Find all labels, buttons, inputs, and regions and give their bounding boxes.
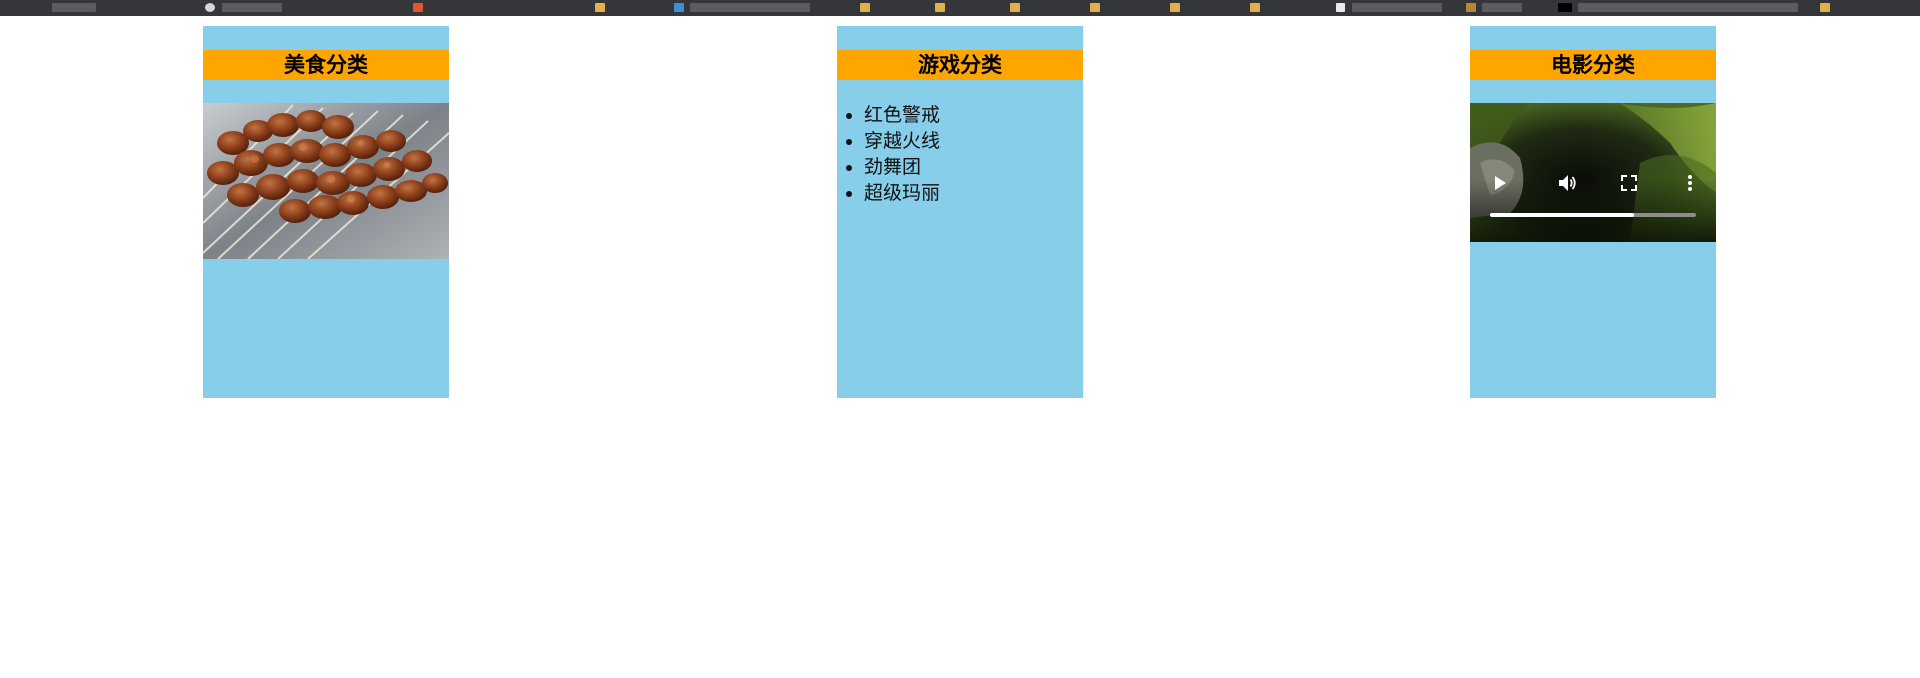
folder-icon xyxy=(1250,3,1260,12)
list-item: 红色警戒 xyxy=(864,102,940,128)
barbecue-skewers-photo xyxy=(203,103,449,259)
bookmark-favicon-icon xyxy=(205,3,215,12)
folder-icon xyxy=(860,3,870,12)
bookmark-item[interactable] xyxy=(690,3,810,12)
play-icon xyxy=(1495,176,1506,190)
barbecue-skewers-image xyxy=(203,103,449,259)
list-item: 劲舞团 xyxy=(864,154,940,180)
document-icon xyxy=(1336,3,1345,12)
folder-icon xyxy=(935,3,945,12)
movie-category-title: 电影分类 xyxy=(1470,50,1716,80)
bookmark-item[interactable] xyxy=(52,3,96,12)
more-options-button[interactable] xyxy=(1686,174,1694,192)
video-player[interactable] xyxy=(1470,103,1716,242)
video-frame xyxy=(1470,103,1716,242)
bookmark-favicon-icon xyxy=(413,3,423,12)
game-list: 红色警戒 穿越火线 劲舞团 超级玛丽 xyxy=(837,102,940,206)
more-vertical-icon xyxy=(1688,175,1692,191)
bookmark-favicon-icon xyxy=(674,3,684,12)
food-category-title: 美食分类 xyxy=(203,50,449,80)
folder-icon xyxy=(595,3,605,12)
fullscreen-icon xyxy=(1621,175,1637,191)
list-item: 超级玛丽 xyxy=(864,180,940,206)
bookmark-item[interactable] xyxy=(1352,3,1442,12)
food-category-panel: 美食分类 xyxy=(203,26,449,398)
bookmark-favicon-icon xyxy=(1558,3,1572,12)
video-progress-bar[interactable] xyxy=(1490,213,1696,217)
bookmark-item[interactable] xyxy=(1482,3,1522,12)
bookmark-item[interactable] xyxy=(1578,3,1798,12)
movie-category-panel: 电影分类 xyxy=(1470,26,1716,398)
folder-icon xyxy=(1010,3,1020,12)
video-progress-fill xyxy=(1490,213,1635,217)
folder-icon xyxy=(1090,3,1100,12)
fullscreen-button[interactable] xyxy=(1621,175,1637,191)
play-button[interactable] xyxy=(1492,175,1508,191)
bookmark-favicon-icon xyxy=(1466,3,1476,12)
volume-button[interactable] xyxy=(1558,174,1578,192)
game-category-title: 游戏分类 xyxy=(837,50,1083,80)
browser-bookmarks-bar xyxy=(0,0,1920,16)
folder-icon xyxy=(1170,3,1180,12)
volume-icon xyxy=(1559,175,1576,191)
game-category-panel: 游戏分类 红色警戒 穿越火线 劲舞团 超级玛丽 xyxy=(837,26,1083,398)
bookmark-item[interactable] xyxy=(222,3,282,12)
list-item: 穿越火线 xyxy=(864,128,940,154)
folder-icon xyxy=(1820,3,1830,12)
